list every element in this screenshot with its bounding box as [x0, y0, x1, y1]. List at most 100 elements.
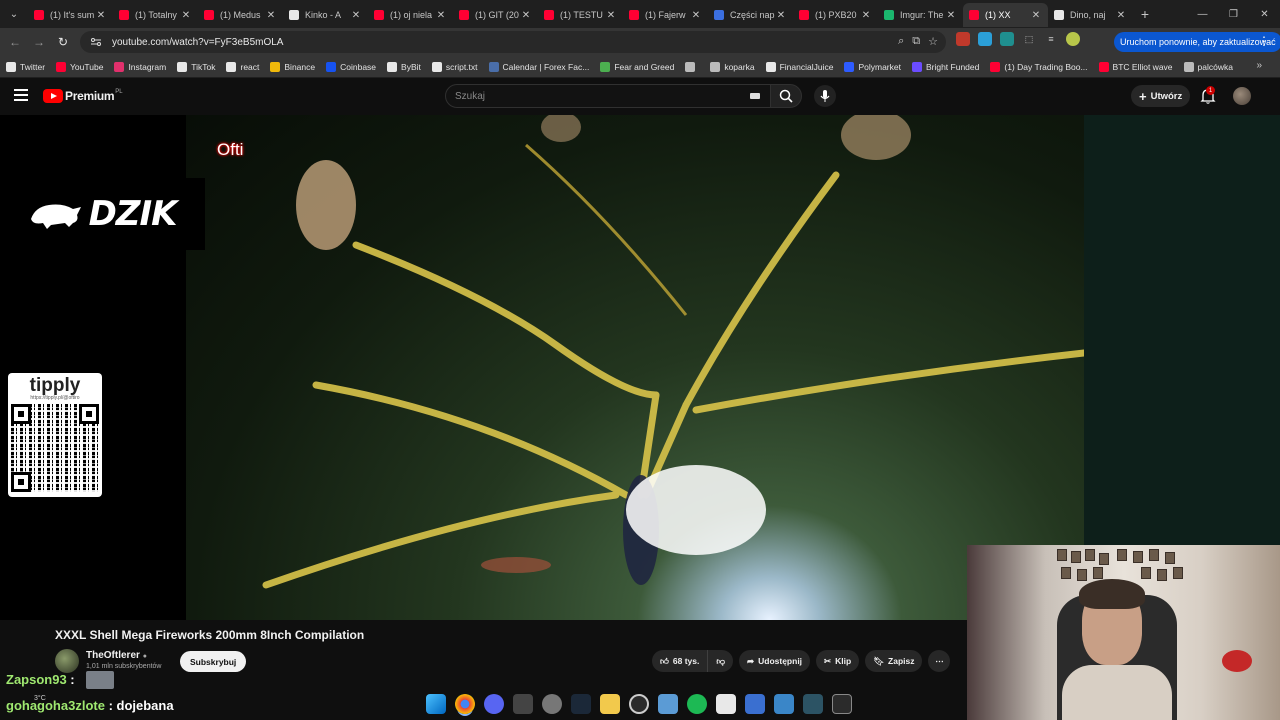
create-button[interactable]: + Utwórz: [1131, 85, 1191, 107]
channel-avatar[interactable]: [55, 649, 79, 673]
terminal-icon[interactable]: [832, 694, 852, 714]
tab-close-icon[interactable]: ✕: [1115, 10, 1127, 21]
bookmark-item[interactable]: Bright Funded: [911, 61, 979, 72]
site-info-icon[interactable]: [90, 36, 102, 48]
bookmark-item[interactable]: Instagram: [114, 61, 166, 72]
like-button[interactable]: 👍︎ 68 tys.: [652, 650, 709, 672]
browser-tab[interactable]: (1) TESTU ✕: [538, 3, 623, 27]
share-button[interactable]: ➦ Udostępnij: [739, 650, 811, 672]
extension-red-icon[interactable]: [956, 32, 970, 46]
dislike-button[interactable]: 👎︎: [708, 650, 733, 672]
restore-icon[interactable]: ❐: [1218, 0, 1249, 28]
clip-button[interactable]: ✂ Klip: [816, 650, 860, 672]
windows-start-icon[interactable]: [426, 694, 446, 714]
minimize-icon[interactable]: —: [1187, 0, 1218, 28]
steam-icon[interactable]: [571, 694, 591, 714]
voice-search-button[interactable]: [814, 85, 836, 107]
keyboard-icon[interactable]: [750, 93, 760, 99]
notepad-icon[interactable]: [745, 694, 765, 714]
browser-tab[interactable]: (1) PXB20 ✕: [793, 3, 878, 27]
tab-close-icon[interactable]: ✕: [1030, 10, 1042, 21]
forward-icon[interactable]: →: [27, 30, 51, 54]
bookmark-item[interactable]: [685, 61, 699, 72]
video-player[interactable]: [186, 115, 1084, 620]
tab-close-icon[interactable]: ✕: [945, 10, 957, 21]
search-button[interactable]: [770, 84, 802, 108]
bookmark-item[interactable]: Fear and Greed: [600, 61, 674, 72]
browser-menu-icon[interactable]: ⋮: [1258, 34, 1270, 48]
back-icon[interactable]: ←: [3, 30, 27, 54]
tab-close-icon[interactable]: ✕: [435, 10, 447, 21]
bookmark-item[interactable]: (1) Day Trading Boo...: [990, 61, 1088, 72]
browser-tab[interactable]: Kinko - A ✕: [283, 3, 368, 27]
bookmark-item[interactable]: Binance: [270, 61, 315, 72]
update-button[interactable]: Uruchom ponownie, aby zaktualizować: [1114, 32, 1280, 52]
tab-close-icon[interactable]: ✕: [860, 10, 872, 21]
bookmark-star-icon[interactable]: ☆: [928, 35, 938, 48]
bookmarks-more-icon[interactable]: »: [1256, 60, 1262, 71]
zoom-icon[interactable]: ⌕: [898, 35, 904, 48]
bookmark-item[interactable]: TikTok: [177, 61, 215, 72]
install-app-icon[interactable]: ⧉: [912, 35, 920, 48]
browser-tab[interactable]: Imgur: The ✕: [878, 3, 963, 27]
spotify-icon[interactable]: [687, 694, 707, 714]
extension-teal-icon[interactable]: [1000, 32, 1014, 46]
bookmark-item[interactable]: YouTube: [56, 61, 103, 72]
browser-tab[interactable]: (1) XX ✕: [963, 3, 1048, 27]
bookmark-item[interactable]: palcówka: [1183, 61, 1233, 72]
browser-tab[interactable]: (1) Totalny ✕: [113, 3, 198, 27]
tab-close-icon[interactable]: ✕: [605, 10, 617, 21]
tab-close-icon[interactable]: ✕: [265, 10, 277, 21]
browser-tab[interactable]: (1) Fajerw ✕: [623, 3, 708, 27]
bookmark-item[interactable]: FinancialJuice: [765, 61, 833, 72]
tab-close-icon[interactable]: ✕: [775, 10, 787, 21]
browser-tab[interactable]: (1) Medus ✕: [198, 3, 283, 27]
extension-blue-icon[interactable]: [978, 32, 992, 46]
search-input[interactable]: Szukaj: [445, 84, 771, 108]
photos-icon[interactable]: [774, 694, 794, 714]
chrome-icon[interactable]: [455, 694, 475, 714]
bookmark-item[interactable]: Polymarket: [844, 61, 901, 72]
obs-icon[interactable]: [629, 694, 649, 714]
more-actions-icon[interactable]: ⋯: [928, 650, 951, 672]
bookmark-item[interactable]: ByBit: [387, 61, 421, 72]
tab-close-icon[interactable]: ✕: [690, 10, 702, 21]
settings-icon[interactable]: [542, 694, 562, 714]
app2-icon[interactable]: [658, 694, 678, 714]
browser-tab[interactable]: Części nap ✕: [708, 3, 793, 27]
browser-tab[interactable]: Dino, naj ✕: [1048, 3, 1133, 27]
bookmark-item[interactable]: Twitter: [6, 61, 45, 72]
browser-tab[interactable]: (1) It's sum ✕: [28, 3, 113, 27]
address-bar[interactable]: youtube.com/watch?v=FyF3eB5mOLA ⌕ ⧉ ☆: [80, 31, 946, 53]
tab-close-icon[interactable]: ✕: [95, 10, 107, 21]
app-icon[interactable]: [513, 694, 533, 714]
bookmark-item[interactable]: Calendar | Forex Fac...: [488, 61, 589, 72]
close-window-icon[interactable]: ✕: [1249, 0, 1280, 28]
bookmark-item[interactable]: script.txt: [431, 61, 478, 72]
bookmark-item[interactable]: koparka: [710, 61, 755, 72]
tab-search-button[interactable]: ⌄: [0, 0, 28, 28]
save-button[interactable]: 🔖︎ Zapisz: [865, 650, 923, 672]
app3-icon[interactable]: [716, 694, 736, 714]
file-explorer-icon[interactable]: [600, 694, 620, 714]
youtube-premium-logo[interactable]: Premium PL: [43, 89, 123, 103]
profile-icon[interactable]: [1066, 32, 1080, 46]
extensions-puzzle-icon[interactable]: ⬚: [1022, 32, 1036, 46]
subscribe-button[interactable]: Subskrybuj: [180, 651, 247, 672]
discord-icon[interactable]: [484, 694, 504, 714]
reading-list-icon[interactable]: ≡: [1044, 32, 1058, 46]
browser-tab[interactable]: (1) GIT (20 ✕: [453, 3, 538, 27]
channel-name[interactable]: TheOftlerer ●: [86, 650, 147, 661]
browser-tab[interactable]: (1) oj niela ✕: [368, 3, 453, 27]
bookmark-item[interactable]: react: [226, 61, 259, 72]
account-avatar[interactable]: [1233, 87, 1251, 105]
reload-icon[interactable]: ↻: [51, 30, 75, 54]
bookmark-item[interactable]: BTC Elliot wave: [1098, 61, 1173, 72]
new-tab-button[interactable]: +: [1133, 6, 1157, 22]
bookmark-item[interactable]: Coinbase: [326, 61, 376, 72]
tab-close-icon[interactable]: ✕: [350, 10, 362, 21]
tab-close-icon[interactable]: ✕: [180, 10, 192, 21]
tab-close-icon[interactable]: ✕: [520, 10, 532, 21]
hamburger-menu-icon[interactable]: [14, 89, 28, 101]
app4-icon[interactable]: [803, 694, 823, 714]
